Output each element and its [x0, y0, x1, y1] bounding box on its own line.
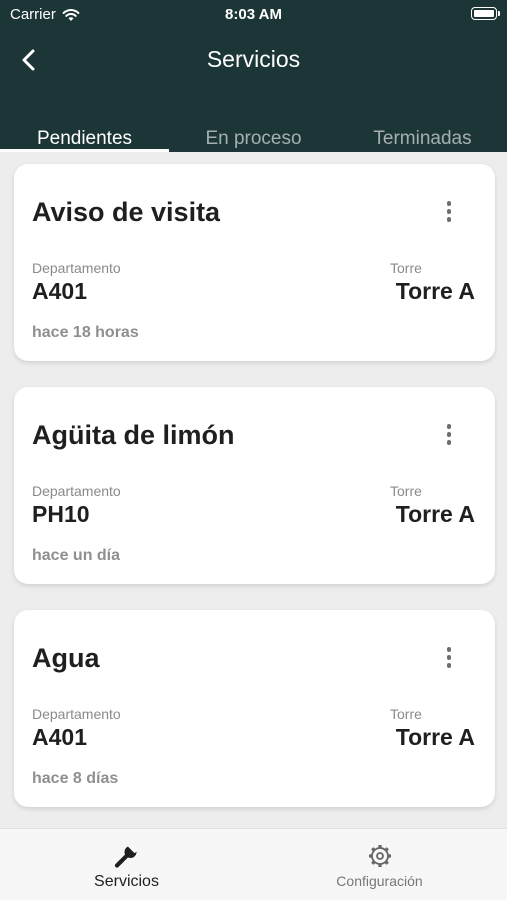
department-label: Departamento — [32, 260, 121, 276]
tower-value: Torre A — [395, 278, 475, 304]
service-card[interactable]: Agüita de limón Departamento PH10 Torre … — [14, 387, 495, 584]
battery-icon — [471, 7, 500, 20]
nav-configuracion-label: Configuración — [336, 873, 423, 889]
nav-configuracion[interactable]: Configuración — [253, 829, 506, 900]
service-time: hace 18 horas — [32, 324, 139, 341]
nav-servicios[interactable]: Servicios — [0, 829, 253, 900]
service-title: Agüita de limón — [32, 420, 235, 450]
department-label: Departamento — [32, 483, 121, 499]
service-time: hace un día — [32, 547, 121, 564]
bottom-navigation: Servicios Configuración — [0, 828, 507, 900]
tower-value: Torre A — [395, 724, 475, 750]
department-value: A401 — [32, 724, 87, 750]
service-title: Agua — [32, 643, 100, 673]
more-vertical-icon — [439, 424, 459, 445]
tab-pendientes[interactable]: Pendientes — [0, 118, 169, 152]
tower-label: Torre — [390, 706, 422, 722]
more-vertical-icon — [439, 201, 459, 222]
department-label: Departamento — [32, 706, 121, 722]
tab-en-proceso[interactable]: En proceso — [169, 118, 338, 152]
nav-servicios-label: Servicios — [94, 873, 159, 890]
status-bar: Carrier 8:03 AM — [0, 0, 507, 28]
navigation-bar: Servicios — [0, 36, 507, 84]
tower-value: Torre A — [395, 501, 475, 527]
wrench-icon — [114, 842, 140, 868]
tower-label: Torre — [390, 483, 422, 499]
page-title: Servicios — [206, 46, 301, 72]
service-card[interactable]: Agua Departamento A401 Torre Torre A hac… — [14, 610, 495, 807]
department-value: PH10 — [32, 501, 90, 527]
more-options-button[interactable] — [439, 201, 459, 225]
gear-icon — [368, 845, 391, 867]
tab-bar: Pendientes En proceso Terminadas — [0, 118, 507, 152]
service-list: Aviso de visita Departamento A401 Torre … — [0, 152, 507, 828]
tower-label: Torre — [390, 260, 422, 276]
status-time: 8:03 AM — [225, 6, 282, 23]
service-title: Aviso de visita — [32, 197, 221, 227]
app-header: Carrier 8:03 AM Servicios Pendientes En … — [0, 0, 507, 152]
service-card[interactable]: Aviso de visita Departamento A401 Torre … — [14, 164, 495, 361]
more-options-button[interactable] — [439, 647, 459, 671]
more-vertical-icon — [439, 647, 459, 668]
service-time: hace 8 días — [32, 770, 119, 787]
tab-terminadas[interactable]: Terminadas — [338, 118, 507, 152]
more-options-button[interactable] — [439, 424, 459, 448]
department-value: A401 — [32, 278, 87, 304]
